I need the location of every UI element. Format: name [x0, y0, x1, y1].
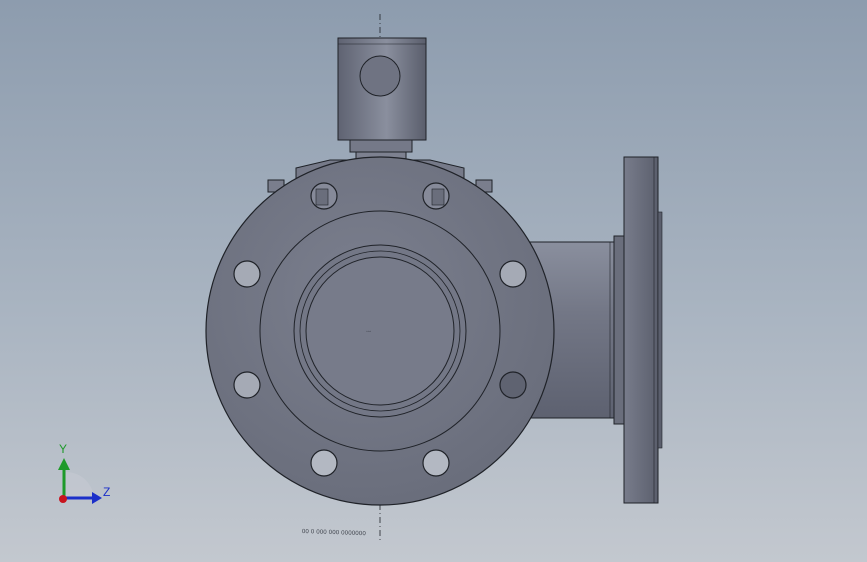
- actuator-indicator-circle: [359, 55, 401, 97]
- axis-z-arrow: [92, 492, 102, 504]
- actuator[interactable]: [337, 37, 427, 161]
- axis-y-label: Y: [59, 442, 68, 456]
- coordinate-triad: [58, 458, 102, 504]
- triad-arc: [66, 472, 94, 500]
- main-flange[interactable]: [205, 156, 555, 506]
- axis-z-label: Z: [103, 485, 111, 499]
- bolt-hole: [233, 260, 261, 288]
- axis-x-origin: [59, 495, 67, 503]
- outlet-flange[interactable]: [613, 156, 663, 504]
- bolt-hole: [422, 449, 450, 477]
- bolt-hole: [499, 371, 527, 399]
- axis-y-arrow: [58, 458, 70, 470]
- graphics-viewport[interactable]: ◦◦◦ Y Z 00 0 000 000 0000000: [0, 0, 867, 562]
- stem-neck: [349, 139, 413, 153]
- bolt-hole: [499, 260, 527, 288]
- bore: [305, 256, 455, 406]
- origin-marker: ◦◦◦: [366, 329, 372, 335]
- bolt-hole: [310, 449, 338, 477]
- valve-model[interactable]: [0, 0, 867, 562]
- bolt-hole: [233, 371, 261, 399]
